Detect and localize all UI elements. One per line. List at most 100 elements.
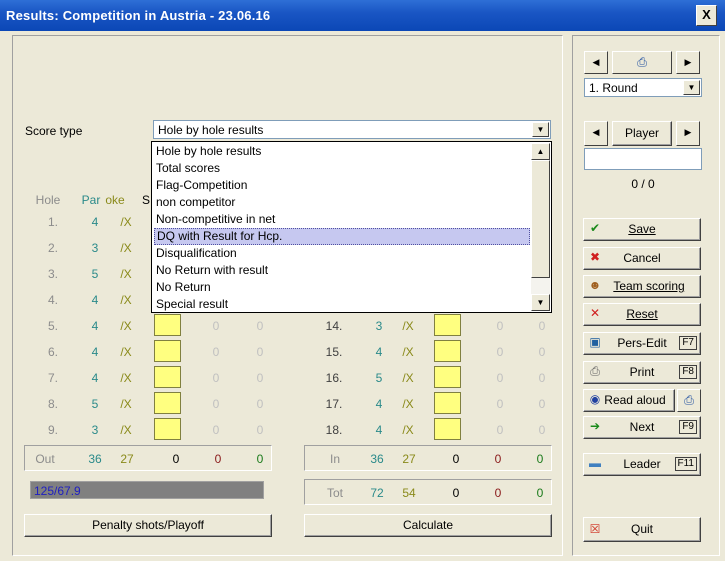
tot-stroke: 54 [402,486,416,500]
stableford-value: 0 [256,423,264,437]
tot-par: 72 [370,486,384,500]
score-type-select[interactable]: Hole by hole results ▼ [153,120,551,139]
calculate-button[interactable]: Calculate [304,514,552,537]
scroll-thumb[interactable] [531,160,550,278]
prev-player-button[interactable]: ◀ [584,121,608,146]
round-print-button[interactable]: ⎙ [612,51,672,74]
dropdown-option[interactable]: Non-competitive in net [154,211,530,228]
scroll-up-icon[interactable]: ▲ [531,143,550,160]
dropdown-scrollbar[interactable]: ▲ ▼ [531,143,550,311]
scroll-down-icon[interactable]: ▼ [531,294,550,311]
player-button[interactable]: Player [612,121,672,146]
score-input[interactable] [434,392,461,414]
team-scoring-button[interactable]: ☻ Team scoring [583,275,701,298]
player-field[interactable] [584,148,702,170]
in-points: 0 [536,452,544,466]
score-input[interactable] [434,366,461,388]
reset-button[interactable]: ✕ Reset [583,303,701,326]
score-type-dropdown: Hole by hole results Total scores Flag-C… [151,141,552,313]
print-label: Print [629,365,655,379]
arrow-left-icon: ◀ [592,57,600,67]
printer-icon: ⎙ [590,364,600,378]
read-aloud-button[interactable]: ◉ Read aloud [583,389,675,412]
dropdown-option[interactable]: Flag-Competition [154,177,530,194]
hole-par: 3 [91,241,99,255]
score-input[interactable] [154,366,181,388]
close-button[interactable]: X [696,5,717,26]
score-input[interactable] [154,340,181,362]
hole-number: 4. [47,293,58,307]
penalty-playoff-button[interactable]: Penalty shots/Playoff [24,514,272,537]
stableford-value: 0 [256,397,264,411]
hole-par: 4 [91,345,99,359]
score-type-value: Hole by hole results [158,123,264,137]
dropdown-option[interactable]: non competitor [154,194,530,211]
net-value: 0 [212,423,220,437]
stableford-value: 0 [538,345,546,359]
prev-round-button[interactable]: ◀ [584,51,608,74]
leader-shortcut: F11 [674,457,697,471]
save-button[interactable]: ✔ Save [583,218,701,241]
dropdown-option[interactable]: No Return with result [154,262,530,279]
quit-button[interactable]: ☒ Quit [583,517,701,542]
score-input[interactable] [154,418,181,440]
score-input[interactable] [154,392,181,414]
stroke-mark: /X [120,293,132,307]
arrow-right-icon: ▶ [684,127,692,137]
pers-edit-button[interactable]: ▣ Pers-Edit F7 [583,332,701,355]
save-label: Save [628,222,656,236]
hole-number: 14. [325,319,343,333]
cancel-label: Cancel [623,251,661,265]
score-input[interactable] [154,314,181,336]
dropdown-option[interactable]: No Return [154,279,530,296]
score-input[interactable] [434,314,461,336]
hole-par: 4 [375,397,383,411]
next-button[interactable]: ➔ Next F9 [583,416,701,439]
stroke-mark: /X [402,397,414,411]
arrow-left-icon: ◀ [592,127,600,137]
score-input[interactable] [434,418,461,440]
tot-score: 0 [452,486,460,500]
out-par: 36 [88,452,102,466]
stableford-value: 0 [538,319,546,333]
stroke-mark: /X [120,241,132,255]
stroke-mark: /X [120,319,132,333]
dropdown-option[interactable]: Total scores [154,160,530,177]
stableford-value: 0 [538,397,546,411]
next-player-button[interactable]: ▶ [676,121,700,146]
pers-edit-shortcut: F7 [679,336,697,350]
hole-par: 3 [375,319,383,333]
next-label: Next [629,420,655,434]
hole-number: 5. [47,319,58,333]
in-stroke: 27 [402,452,416,466]
dropdown-option[interactable]: Hole by hole results [154,143,530,160]
stroke-mark: /X [120,215,132,229]
quit-label: Quit [630,522,653,536]
in-label: In [329,452,340,466]
reset-label: Reset [626,307,658,321]
printer-icon: ⎙ [637,55,647,69]
leader-button[interactable]: ▬ Leader F11 [583,453,701,476]
header-stroke: oke [105,193,125,207]
print-button[interactable]: ⎙ Print F8 [583,361,701,384]
round-select[interactable]: 1. Round ▼ [584,78,702,97]
score-input[interactable] [434,340,461,362]
hole-par: 4 [91,319,99,333]
hole-par: 3 [91,423,99,437]
next-shortcut: F9 [679,420,697,434]
in-summary: In 36 27 0 0 0 [304,445,552,471]
stableford-value: 0 [256,319,264,333]
action-sidebar: ◀ ⎙ ▶ 1. Round ▼ ◀ Player ▶ 0 / 0 ✔ Save… [572,35,720,556]
cancel-button[interactable]: ✖ Cancel [583,247,701,270]
stroke-mark: /X [402,319,414,333]
read-aloud-print-button[interactable]: ⎙ [677,389,701,412]
hole-number: 17. [325,397,343,411]
dropdown-option-highlighted[interactable]: DQ with Result for Hcp. [154,228,530,245]
next-round-button[interactable]: ▶ [676,51,700,74]
chevron-down-icon[interactable]: ▼ [683,80,700,95]
chevron-down-icon[interactable]: ▼ [532,122,549,137]
in-net: 0 [494,452,502,466]
stroke-mark: /X [402,345,414,359]
dropdown-option[interactable]: Special result [154,296,530,313]
dropdown-option[interactable]: Disqualification [154,245,530,262]
